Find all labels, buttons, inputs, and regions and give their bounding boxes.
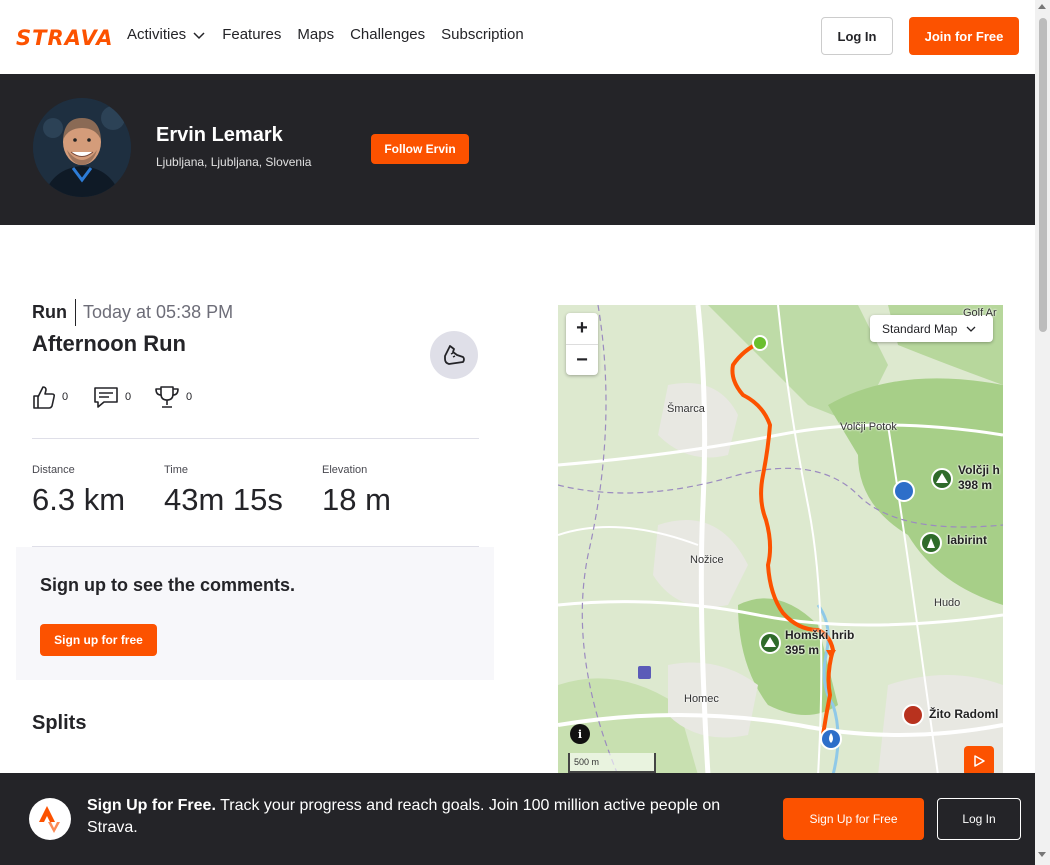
comment-count: 0 [125, 391, 132, 403]
map-place-label: Golf Ar [963, 307, 997, 319]
comments-heading: Sign up to see the comments. [40, 575, 296, 595]
nav-activities[interactable]: Activities [127, 26, 206, 43]
play-icon [974, 755, 985, 767]
time-value: 43m 15s [164, 482, 283, 517]
kudos-count: 0 [62, 391, 69, 403]
peak-elevation: 395 m [785, 643, 820, 657]
signup-banner: Sign Up for Free. Track your progress an… [0, 773, 1035, 865]
nav-challenges[interactable]: Challenges [350, 26, 425, 43]
elevation-label: Elevation [322, 464, 368, 476]
avatar[interactable] [33, 98, 131, 197]
map-poi-label: Žito Radoml [929, 707, 999, 721]
comments-signup-box: Sign up to see the comments. Sign up for… [16, 547, 494, 680]
shoe-button[interactable] [430, 331, 478, 379]
zoom-in-button[interactable]: + [566, 313, 598, 344]
chevron-down-icon [966, 326, 976, 332]
top-navigation: STRAVA Activities Features Maps Challeng… [0, 0, 1035, 74]
flyover-button[interactable] [964, 746, 994, 775]
comment-icon [94, 387, 118, 408]
route-map[interactable]: + − Standard Map Šmarca Volčji Potok Nož… [558, 305, 1003, 775]
signup-banner-bold: Sign Up for Free. [87, 797, 216, 814]
peak-name: Volčji h [958, 463, 1000, 477]
map-poi-label: labirint [947, 533, 988, 547]
elevation-value: 18 m [322, 482, 391, 517]
peak-name: Homški hrib [785, 628, 855, 642]
distance-value: 6.3 km [32, 482, 126, 517]
thumbs-up-icon [33, 386, 56, 409]
nav-maps[interactable]: Maps [297, 26, 334, 43]
time-label: Time [164, 464, 189, 476]
comments-button[interactable]: 0 [93, 384, 131, 410]
activity-title: Afternoon Run [32, 331, 186, 356]
map-peak-label: Homški hrib 395 m [785, 628, 854, 658]
banner-login-button[interactable]: Log In [937, 798, 1021, 840]
peak-elevation: 398 m [958, 478, 993, 492]
chevron-down-icon [193, 31, 205, 39]
zoom-controls: + − [566, 313, 598, 375]
activity-type: Run [32, 302, 67, 322]
signup-banner-text: Sign Up for Free. Track your progress an… [87, 795, 752, 839]
map-canvas[interactable] [558, 305, 1003, 775]
divider [32, 438, 479, 439]
nav-subscription[interactable]: Subscription [441, 26, 524, 43]
scrollbar[interactable] [1035, 0, 1050, 865]
join-button[interactable]: Join for Free [909, 17, 1019, 55]
scroll-up-arrow[interactable] [1038, 4, 1046, 9]
distance-label: Distance [32, 464, 75, 476]
activity-separator [75, 299, 76, 326]
map-scale: 500 m [568, 753, 656, 773]
athlete-name[interactable]: Ervin Lemark [156, 124, 283, 147]
map-style-select[interactable]: Standard Map [870, 315, 993, 342]
login-button[interactable]: Log In [821, 17, 893, 55]
map-place-label: Šmarca [667, 403, 705, 415]
nav-features[interactable]: Features [222, 26, 281, 43]
athlete-banner: Ervin Lemark Ljubljana, Ljubljana, Slove… [0, 74, 1035, 225]
nav-links: Activities Features Maps Challenges Subs… [127, 26, 524, 43]
achievement-count: 0 [186, 391, 193, 403]
banner-signup-button[interactable]: Sign Up for Free [783, 798, 924, 840]
map-style-label: Standard Map [882, 321, 958, 336]
signup-free-button[interactable]: Sign up for free [40, 624, 157, 656]
strava-logo[interactable]: STRAVA [16, 26, 114, 50]
kudos-button[interactable]: 0 [32, 384, 68, 410]
scroll-down-arrow[interactable] [1038, 852, 1046, 857]
map-place-label: Homec [684, 693, 719, 705]
activity-time: Today at 05:38 PM [83, 302, 234, 322]
map-place-label: Nožice [690, 554, 724, 566]
shoe-icon [444, 345, 465, 365]
map-place-label: Volčji Potok [840, 421, 897, 433]
nav-activities-label: Activities [127, 26, 187, 43]
info-icon[interactable]: i [570, 724, 590, 744]
achievements-button[interactable]: 0 [154, 384, 192, 410]
follow-button[interactable]: Follow Ervin [371, 134, 469, 164]
zoom-out-button[interactable]: − [566, 344, 598, 375]
trophy-icon [155, 386, 179, 408]
strava-icon [29, 798, 71, 840]
map-place-label: Hudo [934, 597, 961, 609]
splits-heading: Splits [32, 712, 87, 734]
map-peak-label: Volčji h 398 m [958, 463, 1000, 493]
scroll-thumb[interactable] [1039, 18, 1047, 332]
athlete-location: Ljubljana, Ljubljana, Slovenia [156, 155, 312, 169]
